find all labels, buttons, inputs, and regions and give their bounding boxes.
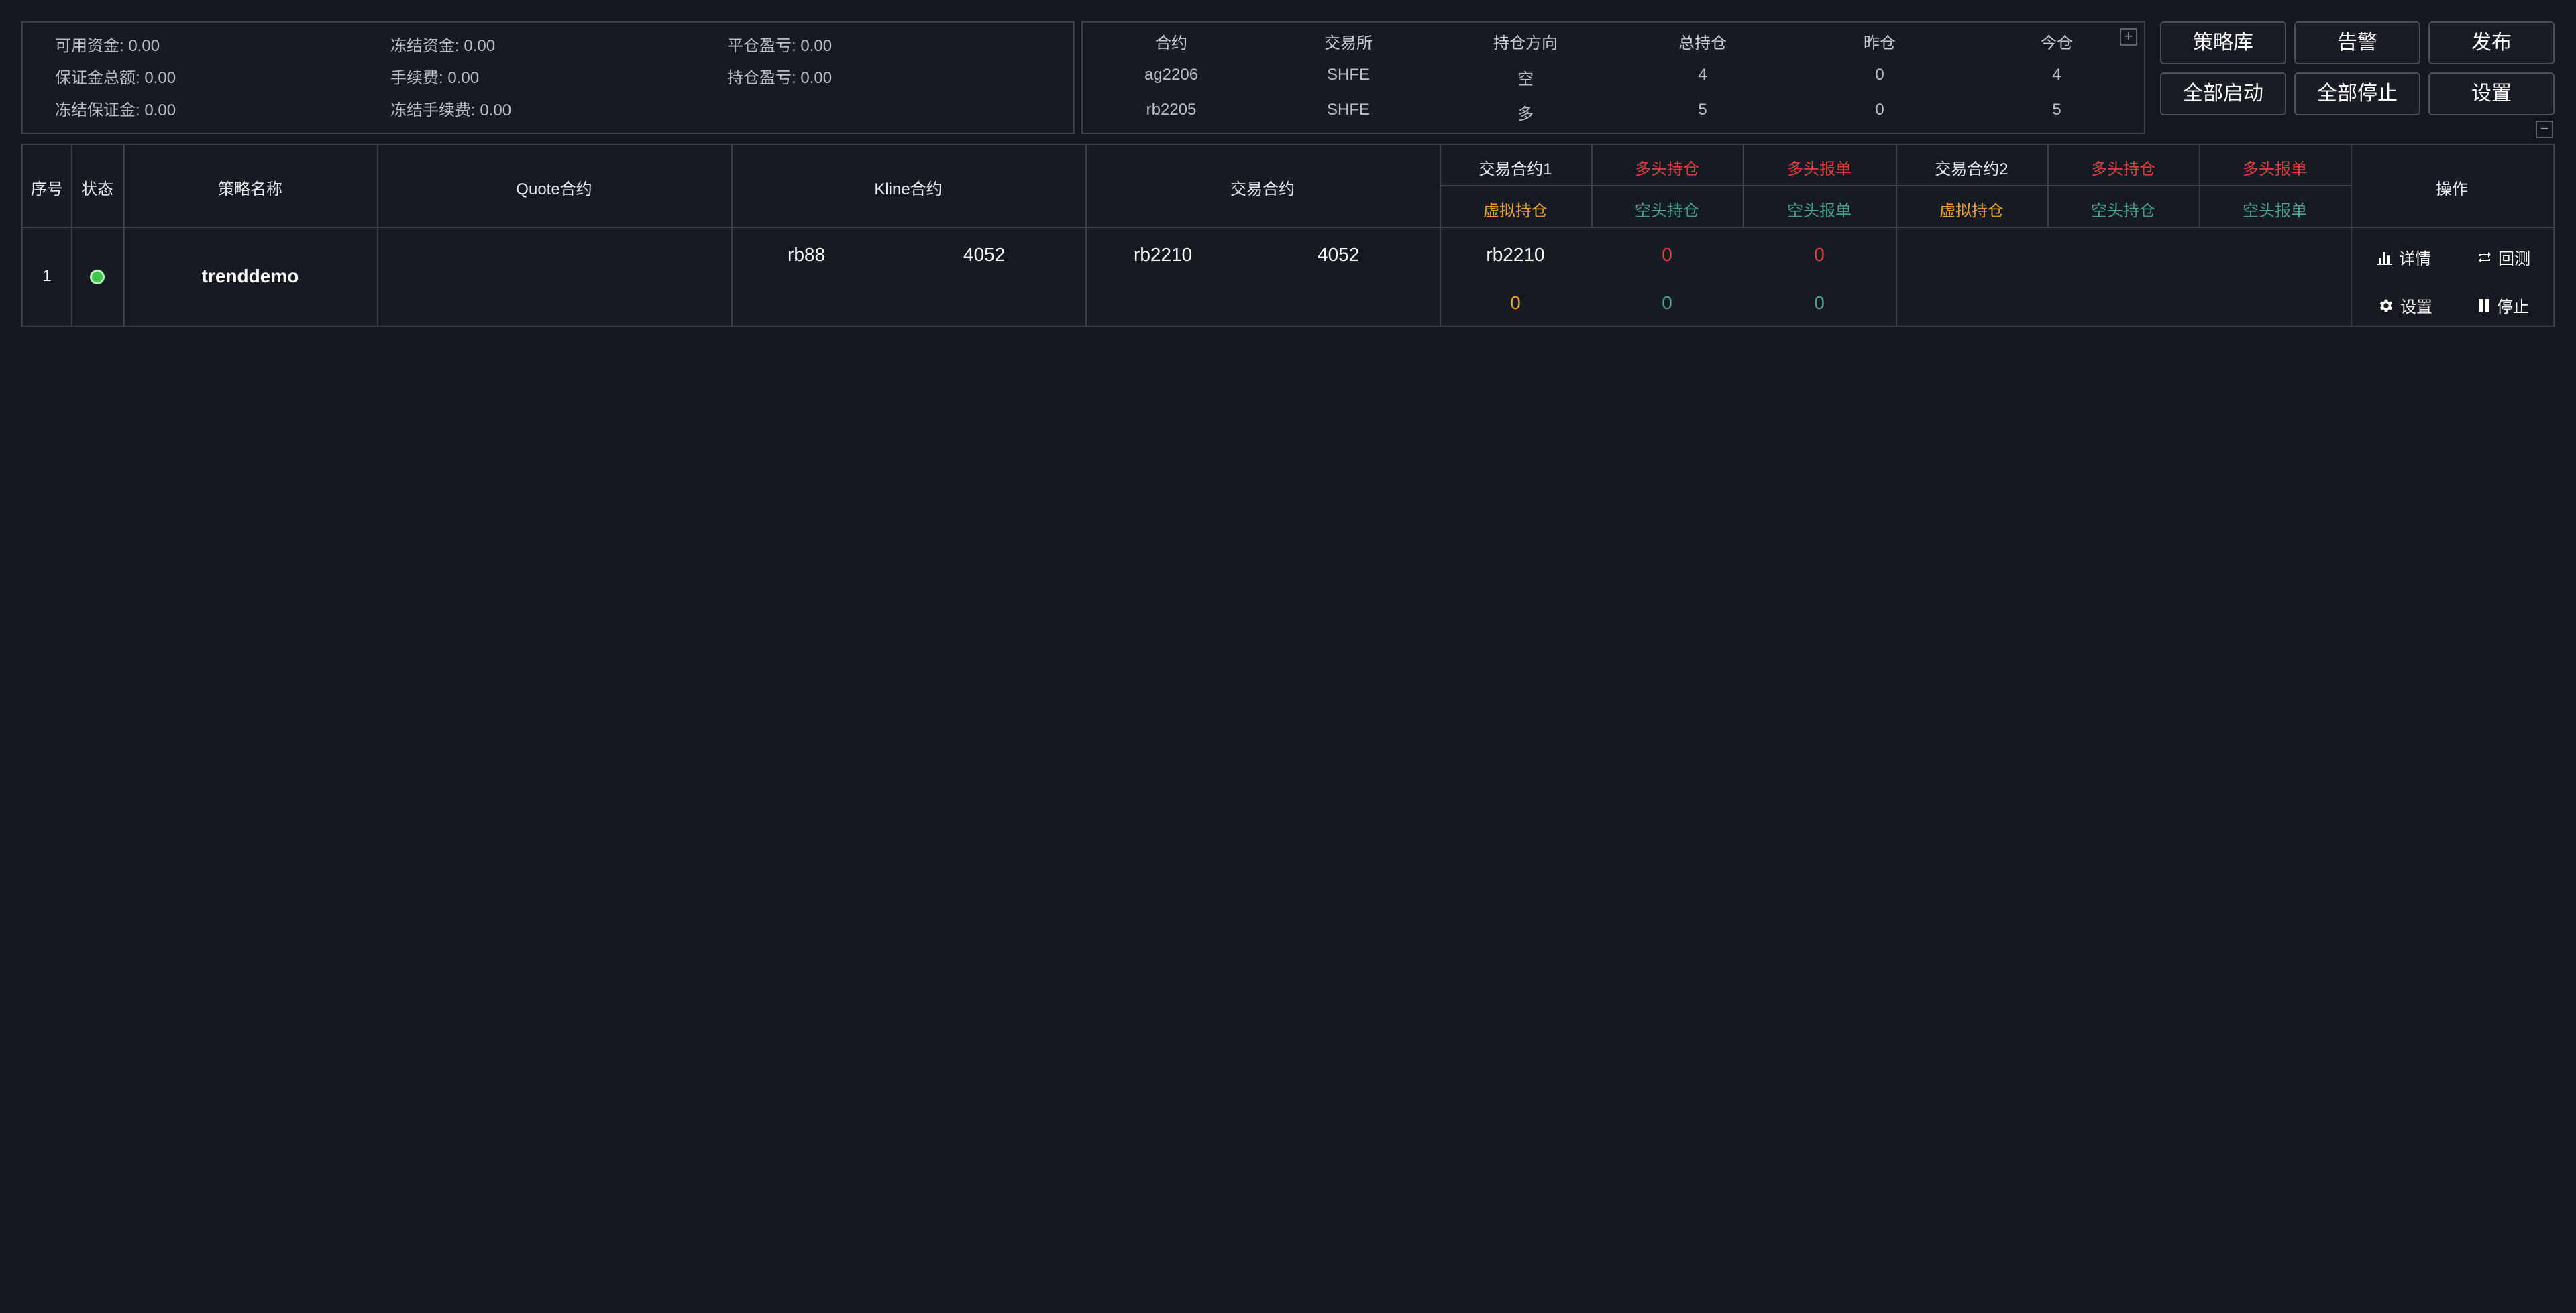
header-operations: 操作: [2436, 180, 2468, 198]
trade1-symbol: rb2210: [1486, 244, 1545, 265]
header-virtual-position-2: 虚拟持仓: [1939, 202, 2004, 220]
stop-all-button[interactable]: 全部停止: [2294, 72, 2420, 115]
backtest-button[interactable]: 回测: [2477, 245, 2530, 269]
trade-price: 4052: [1318, 244, 1360, 265]
account-summary-panel: 可用资金: 0.00 冻结资金: 0.00 平仓盈亏: 0.00 保证金总额: …: [21, 21, 1075, 134]
pause-icon: [2479, 298, 2489, 312]
stop-label: 停止: [2497, 298, 2529, 317]
available-funds: 可用资金: 0.00: [55, 37, 160, 55]
positions-header-direction: 持仓方向: [1493, 34, 1558, 52]
detail-label: 详情: [2399, 250, 2431, 268]
header-kline-contract: Kline合约: [874, 180, 943, 198]
start-all-button[interactable]: 全部启动: [2160, 72, 2286, 115]
frozen-fee: 冻结手续费: 0.00: [390, 101, 512, 119]
collapse-panel-button[interactable]: −: [2536, 121, 2553, 138]
repeat-icon: [2479, 251, 2491, 263]
grid-line: [23, 227, 2553, 228]
stop-button[interactable]: 停止: [2477, 294, 2529, 317]
status-running-indicator: [90, 270, 105, 284]
position-row-1-exchange: SHFE: [1326, 66, 1370, 84]
position-row-2-contract: rb2205: [1146, 101, 1197, 119]
position-row-2-today: 5: [2052, 101, 2061, 119]
position-row-1-today: 4: [2052, 66, 2061, 84]
expand-positions-button[interactable]: +: [2120, 28, 2137, 46]
detail-button[interactable]: 详情: [2377, 245, 2431, 269]
bar-chart-icon: [2377, 251, 2392, 265]
header-short-position-2: 空头持仓: [2091, 202, 2155, 220]
close-pnl: 平仓盈亏: 0.00: [727, 37, 833, 55]
header-strategy-name: 策略名称: [218, 180, 282, 198]
position-row-1-direction: 空: [1517, 70, 1534, 89]
trade1-long-order: 0: [1814, 244, 1825, 265]
header-quote-contract: Quote合约: [516, 180, 592, 198]
position-row-2-exchange: SHFE: [1326, 101, 1370, 119]
fee: 手续费: 0.00: [390, 69, 480, 87]
header-short-order-1: 空头报单: [1787, 202, 1851, 220]
position-row-1-total: 4: [1698, 66, 1707, 84]
kline-price: 4052: [963, 244, 1006, 265]
app-root: 可用资金: 0.00 冻结资金: 0.00 平仓盈亏: 0.00 保证金总额: …: [0, 0, 2576, 1313]
header-status: 状态: [81, 180, 113, 198]
gear-icon: [2379, 299, 2393, 312]
header-long-order-2: 多头报单: [2243, 160, 2307, 178]
settings-button[interactable]: 设置: [2428, 72, 2555, 115]
trade1-short-order: 0: [1814, 292, 1825, 313]
grid-line: [1085, 145, 1087, 326]
positions-table: 合约 交易所 持仓方向 总持仓 昨仓 今仓 ag2206 SHFE 空 4 0 …: [1083, 23, 2144, 133]
grid-line: [731, 145, 733, 326]
position-pnl: 持仓盈亏: 0.00: [727, 69, 833, 87]
frozen-funds: 冻结资金: 0.00: [390, 37, 496, 55]
frozen-margin: 冻结保证金: 0.00: [55, 101, 176, 119]
position-row-2-direction: 多: [1517, 105, 1534, 123]
header-long-position-1: 多头持仓: [1635, 160, 1699, 178]
backtest-label: 回测: [2498, 250, 2530, 268]
strategy-name[interactable]: trenddemo: [123, 266, 377, 287]
trade-symbol: rb2210: [1134, 244, 1193, 265]
strategy-table: 序号 状态 策略名称 Quote合约 Kline合约 交易合约 操作 交易合约1…: [21, 144, 2555, 327]
kline-symbol: rb88: [788, 244, 826, 265]
header-index: 序号: [31, 180, 63, 198]
trade1-long-position: 0: [1662, 244, 1672, 265]
header-trade-contract: 交易合约: [1230, 180, 1295, 198]
strategy-settings-button[interactable]: 设置: [2377, 294, 2432, 317]
positions-header-contract: 合约: [1155, 34, 1187, 52]
positions-header-total: 总持仓: [1678, 34, 1727, 52]
header-long-position-2: 多头持仓: [2091, 160, 2155, 178]
header-trade-contract-2: 交易合约2: [1935, 160, 2008, 178]
trade1-virtual-position: 0: [1510, 292, 1521, 313]
position-row-2-total: 5: [1698, 101, 1707, 119]
position-row-1-contract: ag2206: [1144, 66, 1199, 84]
header-virtual-position-1: 虚拟持仓: [1483, 202, 1548, 220]
grid-line: [71, 145, 72, 326]
strategy-library-button[interactable]: 策略库: [2160, 21, 2286, 64]
header-short-position-1: 空头持仓: [1635, 202, 1699, 220]
positions-panel: 合约 交易所 持仓方向 总持仓 昨仓 今仓 ag2206 SHFE 空 4 0 …: [1081, 21, 2145, 134]
grid-line: [1440, 185, 2351, 186]
header-long-order-1: 多头报单: [1787, 160, 1851, 178]
positions-header-yesterday: 昨仓: [1864, 34, 1896, 52]
header-short-order-2: 空头报单: [2243, 202, 2307, 220]
trade1-short-position: 0: [1662, 292, 1672, 313]
grid-line: [123, 145, 125, 326]
positions-header-today: 今仓: [2041, 34, 2073, 52]
strategy-settings-label: 设置: [2400, 298, 2432, 317]
grid-line: [2351, 145, 2352, 326]
row-index: 1: [42, 267, 52, 285]
alert-button[interactable]: 告警: [2294, 21, 2420, 64]
position-row-2-yesterday: 0: [1875, 101, 1884, 119]
total-margin: 保证金总额: 0.00: [55, 69, 176, 87]
positions-header-exchange: 交易所: [1324, 34, 1373, 52]
header-trade-contract-1: 交易合约1: [1479, 160, 1552, 178]
grid-line: [377, 145, 378, 326]
position-row-1-yesterday: 0: [1875, 66, 1884, 84]
publish-button[interactable]: 发布: [2428, 21, 2555, 64]
